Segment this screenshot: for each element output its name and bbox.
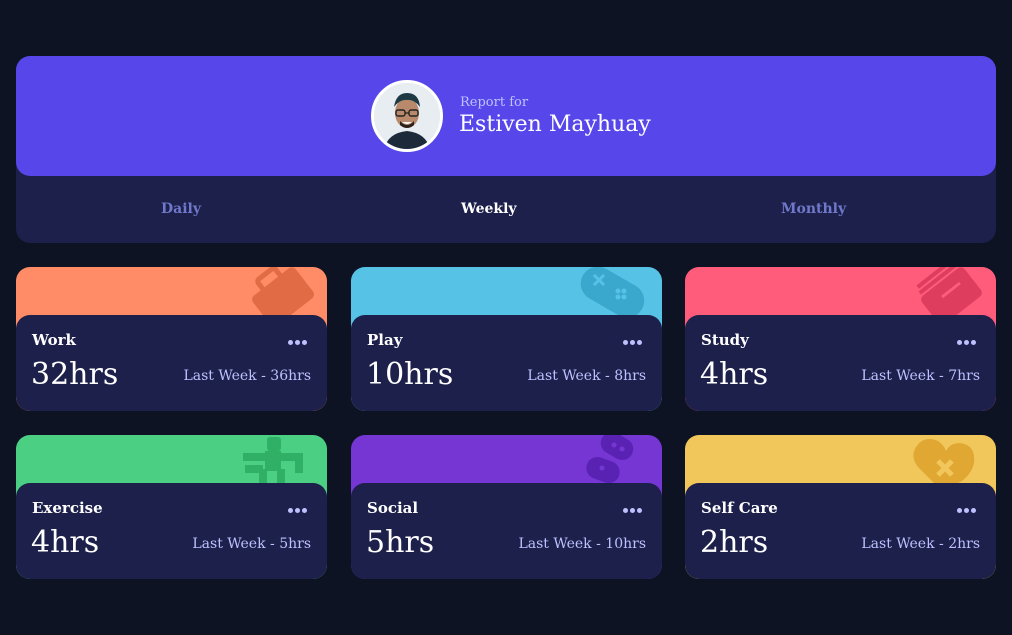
ellipsis-icon[interactable] (287, 337, 309, 347)
avatar-photo (374, 83, 440, 149)
report-for-label: Report for (460, 95, 529, 110)
card-title: Study (701, 331, 749, 349)
current-hours: 32hrs (31, 357, 119, 392)
time-tracking-dashboard: Report for Estiven Mayhuay Daily Weekly … (0, 0, 1012, 635)
current-hours: 10hrs (366, 357, 454, 392)
previous-hours: Last Week - 5hrs (192, 536, 311, 552)
ellipsis-icon[interactable] (287, 505, 309, 515)
previous-hours: Last Week - 8hrs (527, 368, 646, 384)
card-self-care[interactable]: Self Care 2hrs Last Week - 2hrs (685, 435, 996, 579)
card-work[interactable]: Work 32hrs Last Week - 36hrs (16, 267, 327, 411)
card-title: Work (32, 331, 76, 349)
profile-header: Report for Estiven Mayhuay (16, 56, 996, 176)
card-self-care-body: Self Care 2hrs Last Week - 2hrs (685, 483, 996, 579)
card-social[interactable]: Social 5hrs Last Week - 10hrs (351, 435, 662, 579)
previous-hours: Last Week - 10hrs (518, 536, 646, 552)
card-social-body: Social 5hrs Last Week - 10hrs (351, 483, 662, 579)
card-exercise-body: Exercise 4hrs Last Week - 5hrs (16, 483, 327, 579)
ellipsis-icon[interactable] (956, 337, 978, 347)
card-title: Social (367, 499, 419, 517)
avatar (371, 80, 443, 152)
current-hours: 4hrs (700, 357, 769, 392)
previous-hours: Last Week - 7hrs (861, 368, 980, 384)
card-play[interactable]: Play 10hrs Last Week - 8hrs (351, 267, 662, 411)
card-exercise[interactable]: Exercise 4hrs Last Week - 5hrs (16, 435, 327, 579)
card-work-body: Work 32hrs Last Week - 36hrs (16, 315, 327, 411)
card-title: Self Care (701, 499, 778, 517)
ellipsis-icon[interactable] (622, 337, 644, 347)
previous-hours: Last Week - 36hrs (183, 368, 311, 384)
current-hours: 2hrs (700, 525, 769, 560)
previous-hours: Last Week - 2hrs (861, 536, 980, 552)
ellipsis-icon[interactable] (956, 505, 978, 515)
tab-monthly[interactable]: Monthly (781, 201, 846, 217)
card-study[interactable]: Study 4hrs Last Week - 7hrs (685, 267, 996, 411)
card-play-body: Play 10hrs Last Week - 8hrs (351, 315, 662, 411)
user-name: Estiven Mayhuay (459, 112, 651, 137)
ellipsis-icon[interactable] (622, 505, 644, 515)
card-title: Play (367, 331, 403, 349)
current-hours: 4hrs (31, 525, 100, 560)
profile-panel: Report for Estiven Mayhuay Daily Weekly … (16, 56, 996, 243)
card-study-body: Study 4hrs Last Week - 7hrs (685, 315, 996, 411)
tab-weekly[interactable]: Weekly (461, 201, 517, 217)
current-hours: 5hrs (366, 525, 435, 560)
card-title: Exercise (32, 499, 103, 517)
tab-daily[interactable]: Daily (161, 201, 201, 217)
